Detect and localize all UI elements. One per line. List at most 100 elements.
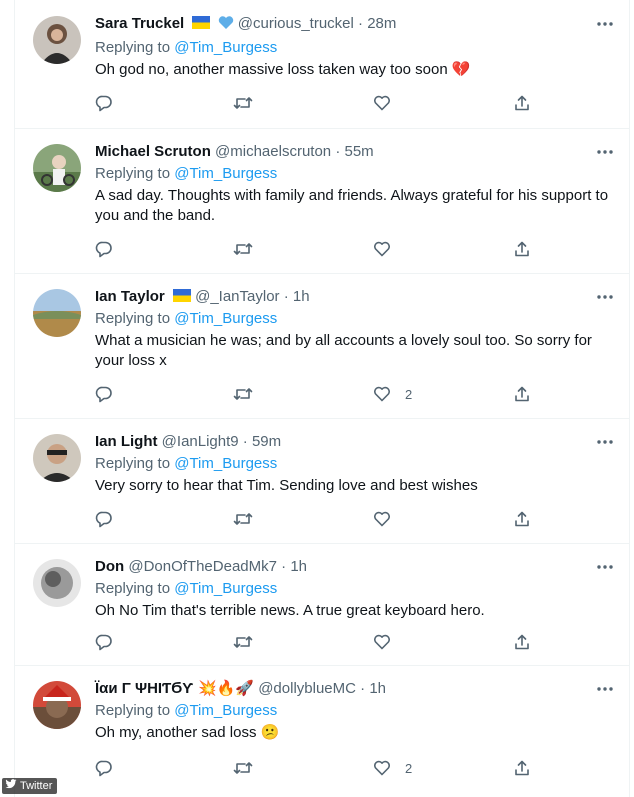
tweet-text: A sad day. Thoughts with family and frie… [95,187,609,224]
replying-to-label: Replying to [95,702,171,719]
user-handle[interactable]: @dollyblueMC [258,680,356,697]
share-button[interactable] [513,240,531,258]
reply-button[interactable] [95,633,113,651]
avatar[interactable] [33,434,81,482]
tweet[interactable]: Don @DonOfTheDeadMk7 · 1h Replying to @T… [15,543,629,666]
display-name[interactable]: Ïαи Γ ΨΗΙƬϬƳ 💥🔥🚀 [95,680,254,697]
retweet-button[interactable] [233,240,253,258]
avatar[interactable] [33,681,81,729]
tweet[interactable]: Ïαи Γ ΨΗΙƬϬƳ 💥🔥🚀 @dollyblueMC · 1h Reply… [15,665,629,797]
twitter-bird-icon [5,779,20,792]
retweet-button[interactable] [233,385,253,403]
display-name[interactable]: Don [95,558,124,575]
tweet-text: Oh No Tim that's terrible news. A true g… [95,602,485,619]
user-handle[interactable]: @_IanTaylor [195,288,279,305]
mention-link[interactable]: @Tim_Burgess [174,580,277,597]
timestamp[interactable]: 28m [367,15,396,32]
reply-button[interactable] [95,240,113,258]
tweet-text: What a musician he was; and by all accou… [95,332,592,369]
replying-to-label: Replying to [95,310,171,327]
retweet-button[interactable] [233,94,253,112]
blue-heart-icon [218,15,234,36]
like-button[interactable] [373,240,405,258]
heart-icon [373,510,391,528]
avatar[interactable] [33,144,81,192]
share-icon [513,510,531,528]
share-icon [513,759,531,777]
replying-to-label: Replying to [95,580,171,597]
reply-button[interactable] [95,510,113,528]
replying-to-label: Replying to [95,39,171,56]
avatar[interactable] [33,16,81,64]
timestamp[interactable]: 55m [344,143,373,160]
like-button[interactable] [373,510,405,528]
timestamp[interactable]: 59m [252,433,281,450]
more-options-icon[interactable] [591,679,613,699]
heart-icon [373,240,391,258]
retweet-button[interactable] [233,633,253,651]
like-button[interactable]: 2 [373,759,412,777]
share-button[interactable] [513,633,531,651]
separator-dot: · [335,143,341,160]
timestamp[interactable]: 1h [369,680,386,697]
twitter-watermark: Twitter [2,778,58,794]
share-icon [513,94,531,112]
display-name[interactable]: Sara Truckel [95,15,184,32]
retweet-icon [233,94,253,112]
display-name[interactable]: Ian Taylor [95,288,165,305]
reply-icon [95,759,113,777]
reply-button[interactable] [95,385,113,403]
tweet-actions [95,510,613,532]
reply-button[interactable] [95,94,113,112]
mention-link[interactable]: @Tim_Burgess [174,455,277,472]
ukraine-flag-icon [172,288,191,302]
retweet-button[interactable] [233,510,253,528]
tweet[interactable]: Michael Scruton @michaelscruton · 55m Re… [15,128,629,274]
ukraine-flag-icon [192,15,211,29]
tweet-actions [95,240,613,262]
mention-link[interactable]: @Tim_Burgess [174,165,277,182]
share-button[interactable] [513,385,531,403]
timestamp[interactable]: 1h [293,288,310,305]
more-options-icon[interactable] [591,287,613,307]
more-options-icon[interactable] [591,14,613,34]
heart-icon [373,94,391,112]
share-icon [513,385,531,403]
tweet[interactable]: Ian Taylor @_IanTaylor · 1h Replying to … [15,273,629,419]
user-handle[interactable]: @michaelscruton [215,143,331,160]
share-button[interactable] [513,759,531,777]
share-button[interactable] [513,94,531,112]
heart-icon [373,385,391,403]
avatar[interactable] [33,289,81,337]
more-options-icon[interactable] [591,142,613,162]
like-count: 2 [405,386,413,402]
replying-to: Replying to @Tim_Burgess [95,38,613,58]
reply-button[interactable] [95,759,113,777]
like-button[interactable]: 2 [373,385,412,403]
user-handle[interactable]: @IanLight9 [162,433,239,450]
mention-link[interactable]: @Tim_Burgess [174,702,277,719]
like-button[interactable] [373,94,405,112]
user-handle[interactable]: @DonOfTheDeadMk7 [128,558,277,575]
share-button[interactable] [513,510,531,528]
reply-icon [95,633,113,651]
like-button[interactable] [373,633,405,651]
share-icon [513,633,531,651]
separator-dot: · [242,433,248,450]
display-name[interactable]: Ian Light [95,433,158,450]
more-options-icon[interactable] [591,557,613,577]
watermark-label: Twitter [20,779,53,792]
tweet-actions: 2 [95,385,613,407]
tweet[interactable]: Sara Truckel @curious_truckel · 28m Repl… [15,0,629,129]
reply-icon [95,240,113,258]
avatar[interactable] [33,559,81,607]
display-name[interactable]: Michael Scruton [95,143,211,160]
retweet-button[interactable] [233,759,253,777]
more-options-icon[interactable] [591,432,613,452]
mention-link[interactable]: @Tim_Burgess [174,39,277,56]
mention-link[interactable]: @Tim_Burgess [174,310,277,327]
timestamp[interactable]: 1h [290,558,307,575]
replying-to-label: Replying to [95,455,171,472]
user-handle[interactable]: @curious_truckel [238,15,354,32]
tweet[interactable]: Ian Light @IanLight9 · 59m Replying to @… [15,418,629,544]
